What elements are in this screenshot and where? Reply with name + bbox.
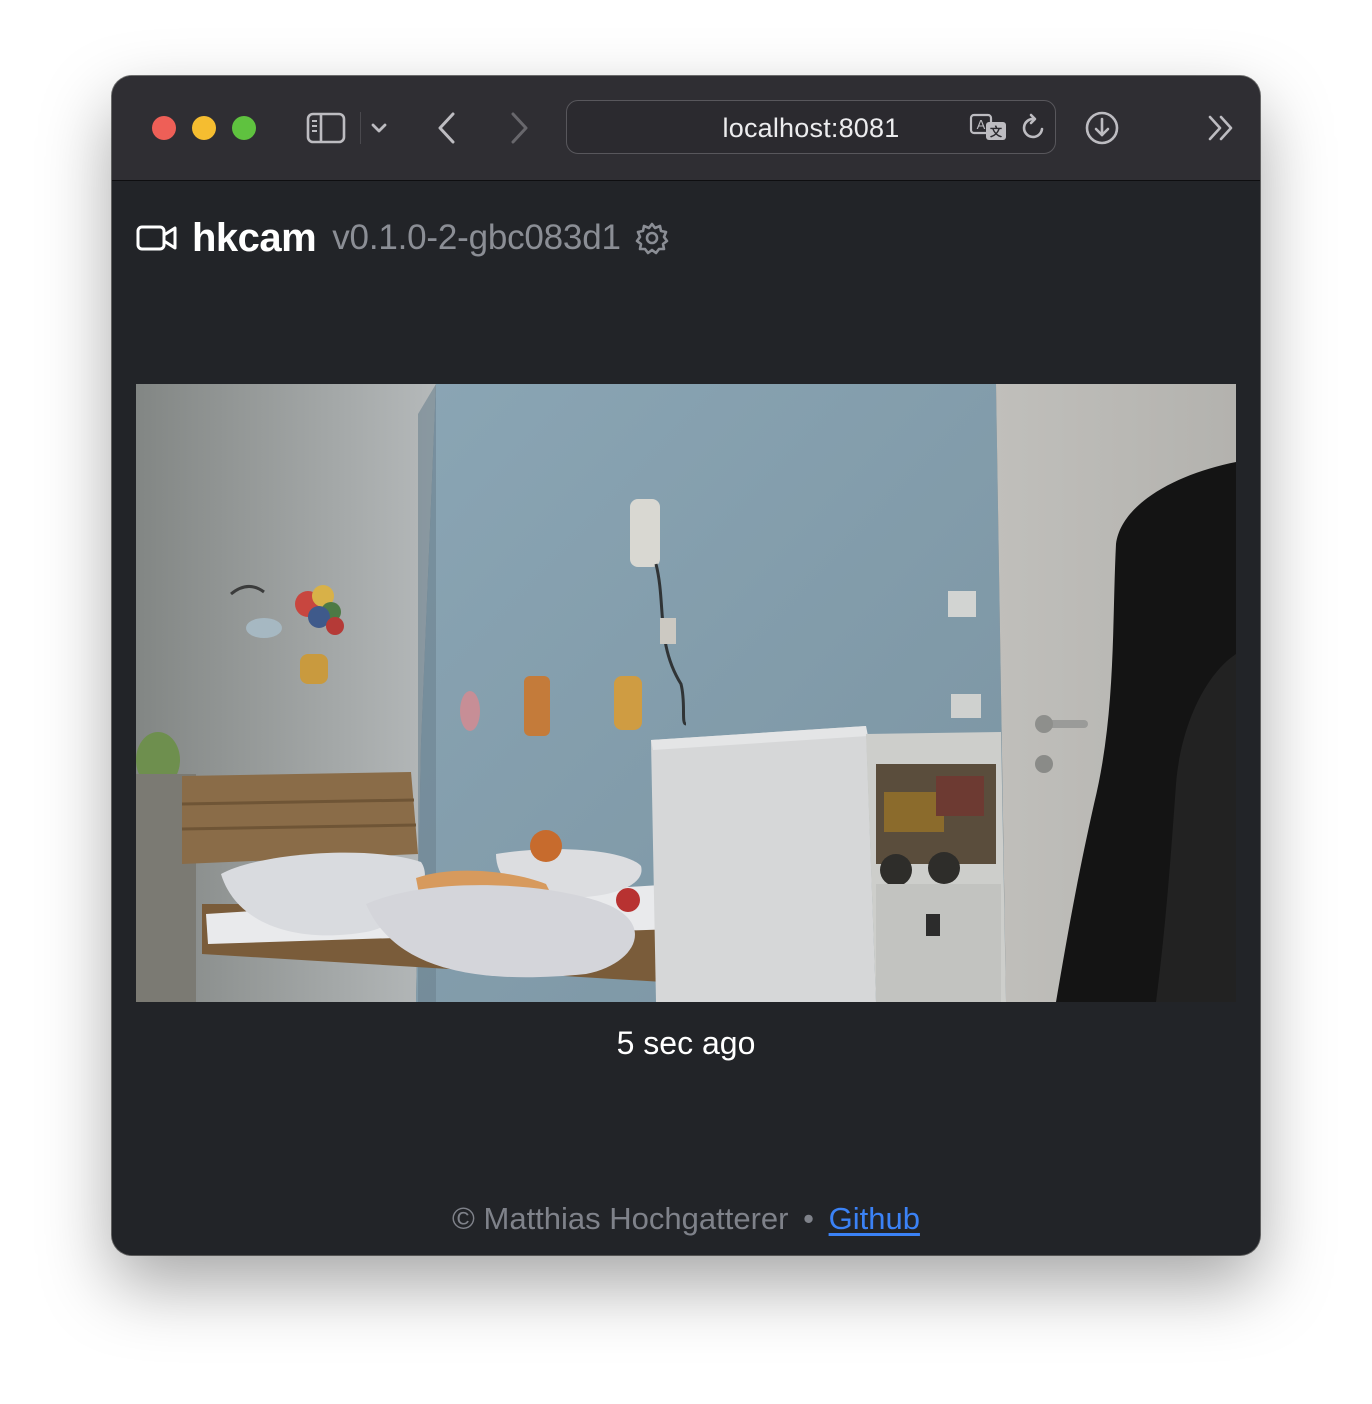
download-icon[interactable] — [1084, 110, 1120, 146]
chevron-down-icon[interactable] — [368, 116, 390, 140]
reload-icon[interactable] — [1019, 113, 1049, 143]
browser-toolbar: localhost:8081 A 文 — [112, 76, 1260, 181]
page-header: hkcam v0.1.0-2-gbc083d1 — [136, 213, 669, 263]
github-link[interactable]: Github — [829, 1201, 920, 1236]
app-version: v0.1.0-2-gbc083d1 — [332, 218, 621, 257]
maximize-window-button[interactable] — [232, 116, 256, 140]
footer-copyright: © Matthias Hochgatterer — [452, 1201, 789, 1236]
page-footer: © Matthias Hochgatterer • Github — [112, 1201, 1260, 1237]
page-content: hkcam v0.1.0-2-gbc083d1 5 sec ago © Matt… — [112, 181, 1260, 1255]
minimize-window-button[interactable] — [192, 116, 216, 140]
close-window-button[interactable] — [152, 116, 176, 140]
toolbar-divider — [360, 112, 361, 144]
screen: localhost:8081 A 文 hkcam v0.1.0-2-gbc083… — [0, 0, 1372, 1404]
snapshot-timestamp: 5 sec ago — [616, 1025, 756, 1061]
double-chevron-right-icon[interactable] — [1206, 112, 1236, 144]
chevron-left-icon[interactable] — [432, 110, 462, 146]
translate-icon[interactable]: A 文 — [969, 113, 1009, 143]
camera-snapshot — [136, 384, 1236, 1002]
svg-text:文: 文 — [990, 124, 1003, 139]
chevron-right-icon[interactable] — [504, 110, 534, 146]
app-title: hkcam — [192, 215, 317, 260]
footer-separator: • — [803, 1201, 814, 1236]
sidebar-icon[interactable] — [304, 110, 348, 146]
svg-text:A: A — [977, 117, 986, 132]
address-bar[interactable]: localhost:8081 A 文 — [566, 100, 1056, 154]
gear-icon[interactable] — [635, 221, 669, 255]
browser-window: localhost:8081 A 文 hkcam v0.1.0-2-gbc083… — [112, 76, 1260, 1255]
video-camera-icon — [136, 223, 178, 253]
